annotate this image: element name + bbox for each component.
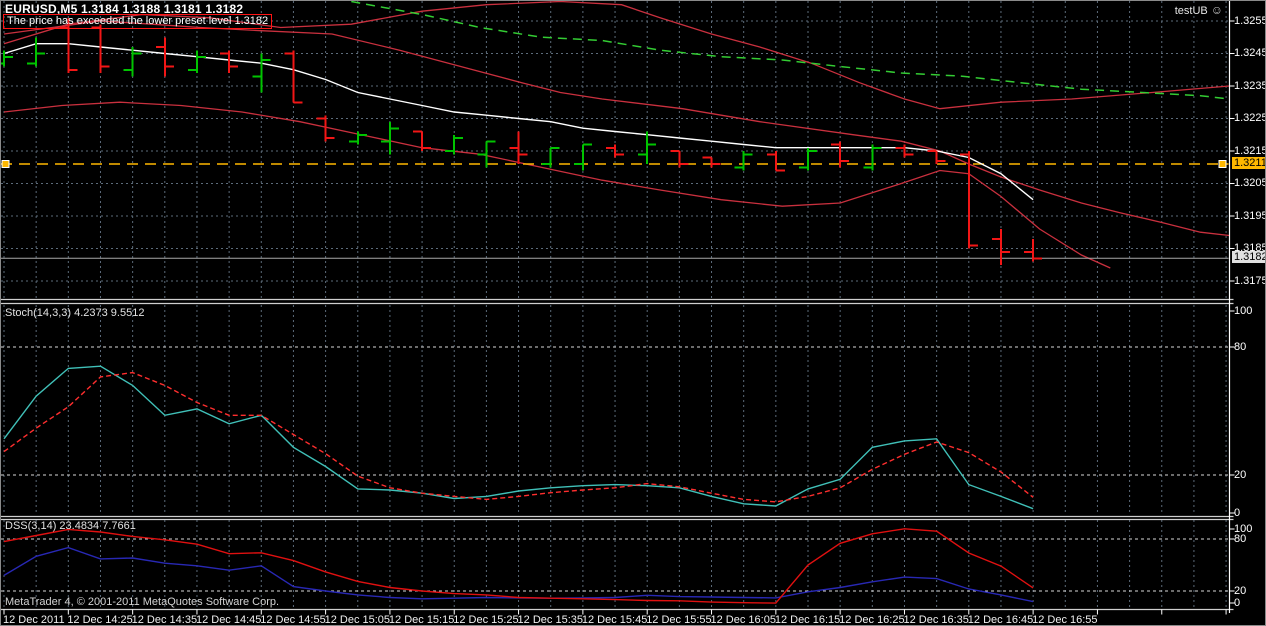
time-axis-label: 12 Dec 15:55 <box>646 614 711 626</box>
stochastic-scale-label: 80 <box>1234 341 1246 353</box>
price-axis-label: 1.3175 <box>1234 275 1266 287</box>
price-axis-label: 1.3195 <box>1234 210 1266 222</box>
time-axis-label: 12 Dec 2011 <box>3 614 65 626</box>
price-axis-label: 1.3255 <box>1234 15 1266 27</box>
price-axis-label: 1.3225 <box>1234 112 1266 124</box>
time-axis-label: 12 Dec 16:05 <box>711 614 776 626</box>
copyright-text: MetaTrader 4, © 2001-2011 MetaQuotes Sof… <box>5 596 279 608</box>
time-axis-label: 12 Dec 15:15 <box>389 614 454 626</box>
expert-advisor-label: testUB☺ <box>1175 3 1223 17</box>
time-axis-label: 12 Dec 14:45 <box>196 614 261 626</box>
time-axis-label: 12 Dec 15:05 <box>325 614 390 626</box>
chart-background <box>1 1 1266 626</box>
bid-price-tag: 1.3182 <box>1232 251 1266 263</box>
smiley-icon: ☺ <box>1211 3 1223 17</box>
level-anchor-right[interactable] <box>1219 161 1226 168</box>
price-alert-box: The price has exceeded the lower preset … <box>3 14 272 29</box>
price-axis-label: 1.3205 <box>1234 177 1266 189</box>
stochastic-scale-label: 100 <box>1234 305 1252 317</box>
mt4-terminal-window: EURUSD,M5 1.3184 1.3188 1.3181 1.3182 Th… <box>0 0 1266 626</box>
stochastic-scale-label: 20 <box>1234 469 1246 481</box>
time-axis-label: 12 Dec 15:45 <box>582 614 647 626</box>
time-axis-label: 12 Dec 16:55 <box>1032 614 1097 626</box>
dss-scale-label: 80 <box>1234 533 1246 545</box>
price-axis-label: 1.3245 <box>1234 47 1266 59</box>
expert-name: testUB <box>1175 5 1208 17</box>
dss-scale-label: 0 <box>1234 597 1240 609</box>
time-axis-label: 12 Dec 16:45 <box>968 614 1033 626</box>
time-axis-label: 12 Dec 14:55 <box>260 614 325 626</box>
level-price-tag: 1.3211 <box>1232 157 1266 169</box>
time-axis-label: 12 Dec 14:35 <box>132 614 197 626</box>
price-axis-label: 1.3235 <box>1234 80 1266 92</box>
time-axis-label: 12 Dec 16:35 <box>903 614 968 626</box>
stochastic-scale-label: 0 <box>1234 507 1240 519</box>
chart-plot-area[interactable] <box>1 1 1266 626</box>
time-axis-label: 12 Dec 16:15 <box>775 614 840 626</box>
dss-indicator-label: DSS(3,14) 23.4834 7.7661 <box>5 520 136 532</box>
level-anchor-left[interactable] <box>2 161 9 168</box>
time-axis-label: 12 Dec 15:35 <box>518 614 583 626</box>
time-axis-label: 12 Dec 14:25 <box>67 614 132 626</box>
dss-scale-label: 20 <box>1234 585 1246 597</box>
price-axis-label: 1.3215 <box>1234 145 1266 157</box>
time-axis-label: 12 Dec 15:25 <box>453 614 518 626</box>
time-axis-label: 12 Dec 16:25 <box>839 614 904 626</box>
stochastic-indicator-label: Stoch(14,3,3) 4.2373 9.5512 <box>5 307 144 319</box>
